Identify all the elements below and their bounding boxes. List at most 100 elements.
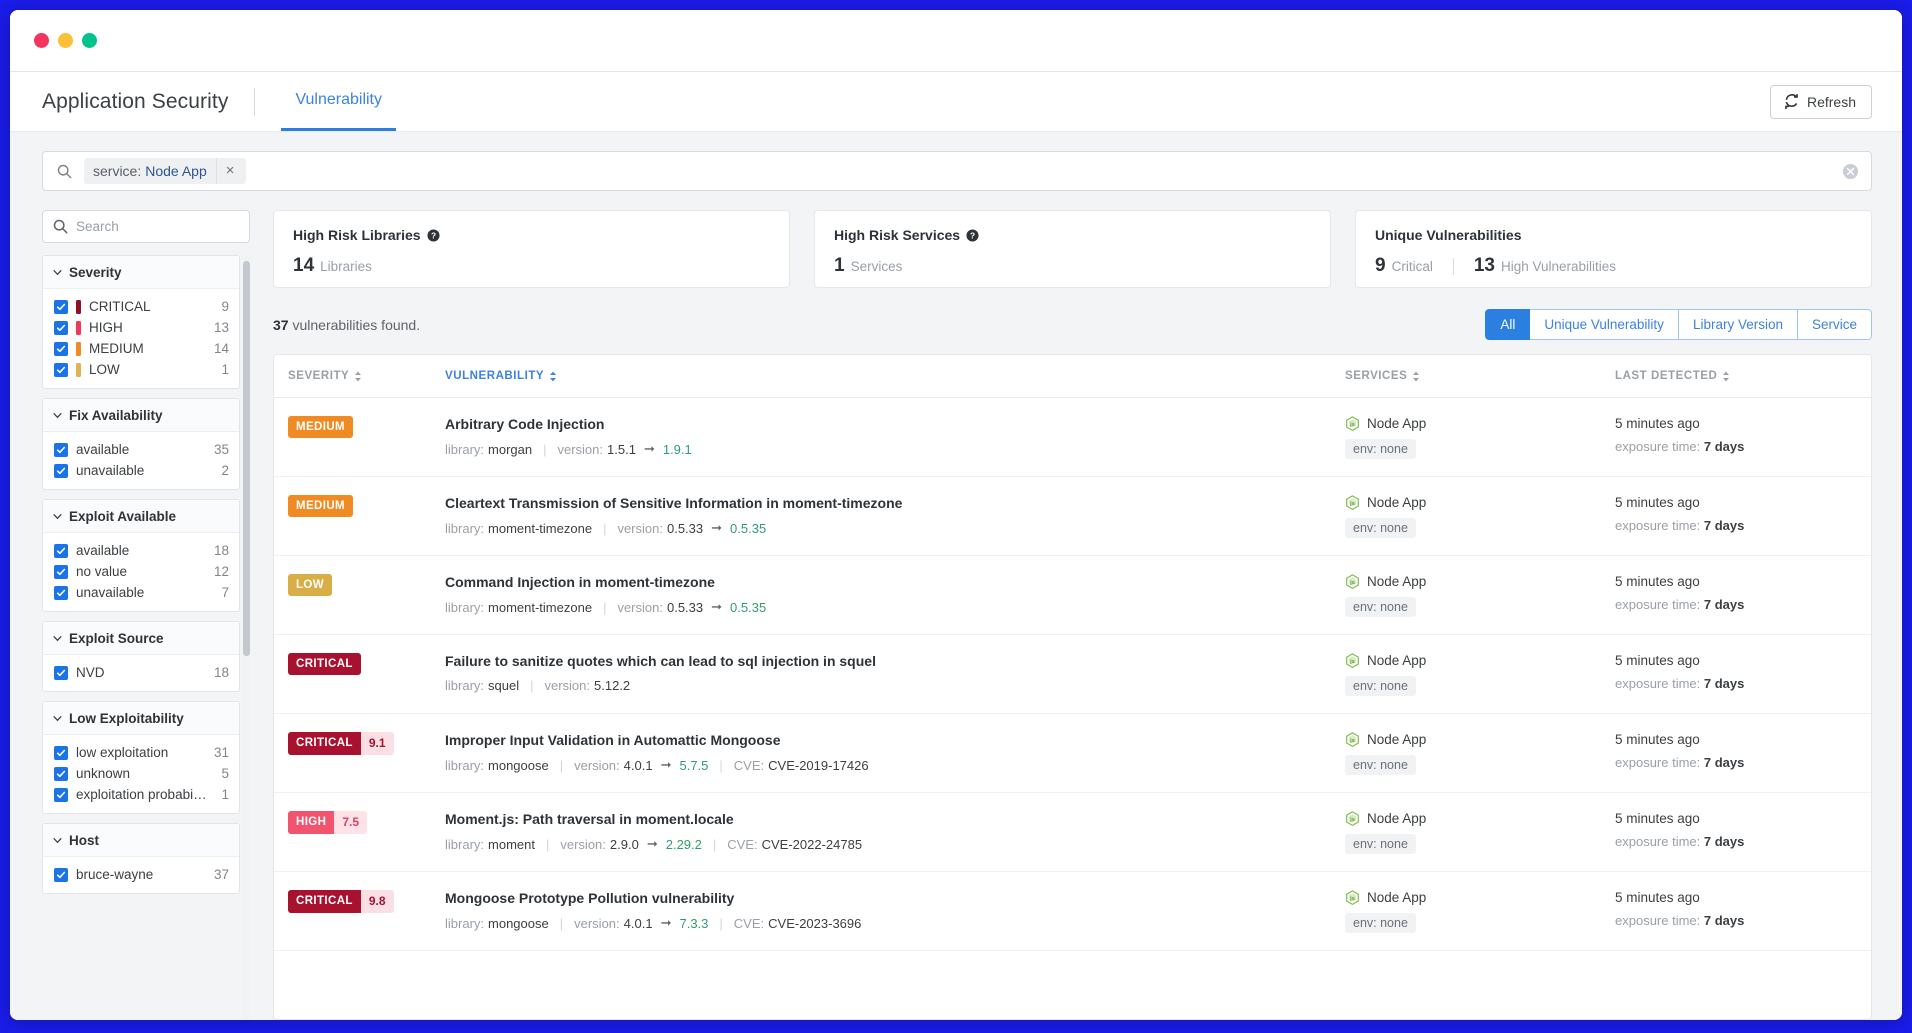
view-mode-service[interactable]: Service bbox=[1798, 309, 1872, 340]
vulnerability-title[interactable]: Arbitrary Code Injection bbox=[445, 416, 1345, 432]
facet-option-critical[interactable]: CRITICAL 9 bbox=[43, 296, 239, 317]
cvss-score-badge: 7.5 bbox=[334, 811, 367, 834]
facet-option-unavailable[interactable]: unavailable 7 bbox=[43, 582, 239, 603]
vulnerability-title[interactable]: Improper Input Validation in Automattic … bbox=[445, 732, 1345, 748]
facet-checkbox[interactable] bbox=[54, 666, 68, 680]
facet-header[interactable]: Fix Availability bbox=[43, 399, 239, 432]
services-cell: js Node App env: none bbox=[1345, 495, 1615, 538]
facet-header[interactable]: Exploit Source bbox=[43, 622, 239, 655]
view-mode-unique-vulnerability[interactable]: Unique Vulnerability bbox=[1530, 309, 1679, 340]
facet-scrollbar-track[interactable] bbox=[243, 257, 250, 1020]
view-mode-library-version[interactable]: Library Version bbox=[1679, 309, 1798, 340]
facet-option-exploitation-probability[interactable]: exploitation probability 1 bbox=[43, 784, 239, 805]
exposure-label: exposure time: bbox=[1615, 676, 1700, 691]
facet-scrollbar-thumb[interactable] bbox=[243, 261, 250, 656]
chip-remove-icon[interactable]: × bbox=[216, 158, 244, 184]
vulnerability-title[interactable]: Command Injection in moment-timezone bbox=[445, 574, 1345, 590]
facet-option-low-exploitation[interactable]: low exploitation 31 bbox=[43, 742, 239, 763]
column-header-last-detected[interactable]: LAST DETECTED bbox=[1615, 370, 1847, 382]
last-detected-time: 5 minutes ago bbox=[1615, 732, 1847, 747]
facet-checkbox[interactable] bbox=[54, 746, 68, 760]
view-mode-all[interactable]: All bbox=[1485, 309, 1530, 340]
facet-option-label: bruce-wayne bbox=[76, 867, 153, 882]
refresh-button[interactable]: Refresh bbox=[1770, 85, 1872, 119]
table-row[interactable]: CRITICAL9.8 Mongoose Prototype Pollution… bbox=[274, 872, 1871, 951]
cve-label: CVE: bbox=[734, 916, 764, 931]
sidebar-search-box[interactable] bbox=[42, 210, 250, 243]
table-row[interactable]: CRITICAL9.1 Improper Input Validation in… bbox=[274, 714, 1871, 793]
table-row[interactable]: HIGH7.5 Moment.js: Path traversal in mom… bbox=[274, 793, 1871, 872]
vulnerability-meta: library: moment-timezone | version: 0.5.… bbox=[445, 599, 1345, 615]
facet-checkbox[interactable] bbox=[54, 443, 68, 457]
facet-option-low[interactable]: LOW 1 bbox=[43, 359, 239, 380]
column-header-severity[interactable]: SEVERITY bbox=[288, 370, 445, 382]
facet-option-count: 7 bbox=[215, 585, 229, 600]
facet-option-unavailable[interactable]: unavailable 2 bbox=[43, 460, 239, 481]
last-detected-time: 5 minutes ago bbox=[1615, 653, 1847, 668]
clear-search-icon[interactable] bbox=[1842, 163, 1859, 180]
facet-checkbox[interactable] bbox=[54, 321, 68, 335]
facet-header[interactable]: Low Exploitability bbox=[43, 702, 239, 735]
nodejs-icon: js bbox=[1345, 653, 1360, 668]
facet-option-high[interactable]: HIGH 13 bbox=[43, 317, 239, 338]
sort-icon[interactable] bbox=[1722, 371, 1730, 382]
facet-checkbox[interactable] bbox=[54, 767, 68, 781]
current-version: 1.5.1 bbox=[607, 442, 636, 457]
facet-checkbox[interactable] bbox=[54, 363, 68, 377]
facet-checkbox[interactable] bbox=[54, 464, 68, 478]
current-version: 0.5.33 bbox=[667, 600, 703, 615]
facet-option-unknown[interactable]: unknown 5 bbox=[43, 763, 239, 784]
facet-header[interactable]: Exploit Available bbox=[43, 500, 239, 533]
facet-checkbox[interactable] bbox=[54, 586, 68, 600]
facet-checkbox[interactable] bbox=[54, 788, 68, 802]
vulnerability-cell: Failure to sanitize quotes which can lea… bbox=[445, 653, 1345, 693]
table-row[interactable]: CRITICAL Failure to sanitize quotes whic… bbox=[274, 635, 1871, 714]
close-window-button[interactable] bbox=[34, 33, 49, 48]
meta-separator: | bbox=[560, 758, 563, 773]
facet-checkbox[interactable] bbox=[54, 300, 68, 314]
upgrade-arrow-icon: ➞ bbox=[661, 915, 672, 931]
help-icon[interactable]: ? bbox=[966, 229, 979, 242]
facet-option-available[interactable]: available 35 bbox=[43, 439, 239, 460]
facet-option-available[interactable]: available 18 bbox=[43, 540, 239, 561]
facet-checkbox[interactable] bbox=[54, 565, 68, 579]
column-header-vulnerability[interactable]: VULNERABILITY bbox=[445, 370, 1345, 382]
tab-vulnerability[interactable]: Vulnerability bbox=[281, 72, 396, 131]
facet-option-nvd[interactable]: NVD 18 bbox=[43, 662, 239, 683]
sort-icon[interactable] bbox=[1412, 371, 1420, 382]
table-row[interactable]: LOW Command Injection in moment-timezone… bbox=[274, 556, 1871, 635]
vulnerability-title[interactable]: Failure to sanitize quotes which can lea… bbox=[445, 653, 1345, 669]
facet-header[interactable]: Severity bbox=[43, 256, 239, 289]
vulnerability-title[interactable]: Moment.js: Path traversal in moment.loca… bbox=[445, 811, 1345, 827]
facet-option-count: 2 bbox=[215, 463, 229, 478]
facet-body: bruce-wayne 37 bbox=[43, 857, 239, 893]
facet-option-medium[interactable]: MEDIUM 14 bbox=[43, 338, 239, 359]
facet-header[interactable]: Host bbox=[43, 824, 239, 857]
refresh-icon bbox=[1784, 94, 1799, 109]
facet-checkbox[interactable] bbox=[54, 868, 68, 882]
facet-title: Low Exploitability bbox=[69, 711, 184, 726]
column-header-services[interactable]: SERVICES bbox=[1345, 370, 1615, 382]
sort-icon[interactable] bbox=[549, 371, 557, 382]
library-label: library: bbox=[445, 521, 484, 536]
search-filter-chip[interactable]: service: Node App × bbox=[84, 158, 246, 184]
facet-container: Severity CRITICAL 9 HIGH 13 MEDIUM 14 LO… bbox=[42, 255, 240, 894]
cve-id: CVE-2022-24785 bbox=[762, 837, 862, 852]
vulnerability-title[interactable]: Cleartext Transmission of Sensitive Info… bbox=[445, 495, 1345, 511]
minimize-window-button[interactable] bbox=[58, 33, 73, 48]
sidebar-search-input[interactable] bbox=[76, 219, 239, 234]
sort-icon[interactable] bbox=[354, 371, 362, 382]
facet-option-bruce-wayne[interactable]: bruce-wayne 37 bbox=[43, 864, 239, 885]
facet-body: available 35 unavailable 2 bbox=[43, 432, 239, 489]
maximize-window-button[interactable] bbox=[82, 33, 97, 48]
vulnerability-title[interactable]: Mongoose Prototype Pollution vulnerabili… bbox=[445, 890, 1345, 906]
table-row[interactable]: MEDIUM Cleartext Transmission of Sensiti… bbox=[274, 477, 1871, 556]
facet-checkbox[interactable] bbox=[54, 342, 68, 356]
table-row[interactable]: MEDIUM Arbitrary Code Injection library:… bbox=[274, 398, 1871, 477]
help-icon[interactable]: ? bbox=[427, 229, 440, 242]
facet-option-count: 5 bbox=[215, 766, 229, 781]
facet-checkbox[interactable] bbox=[54, 544, 68, 558]
facet-option-no-value[interactable]: no value 12 bbox=[43, 561, 239, 582]
global-search-bar[interactable]: service: Node App × bbox=[42, 151, 1872, 191]
card-title: High Risk Libraries ? bbox=[293, 227, 770, 243]
